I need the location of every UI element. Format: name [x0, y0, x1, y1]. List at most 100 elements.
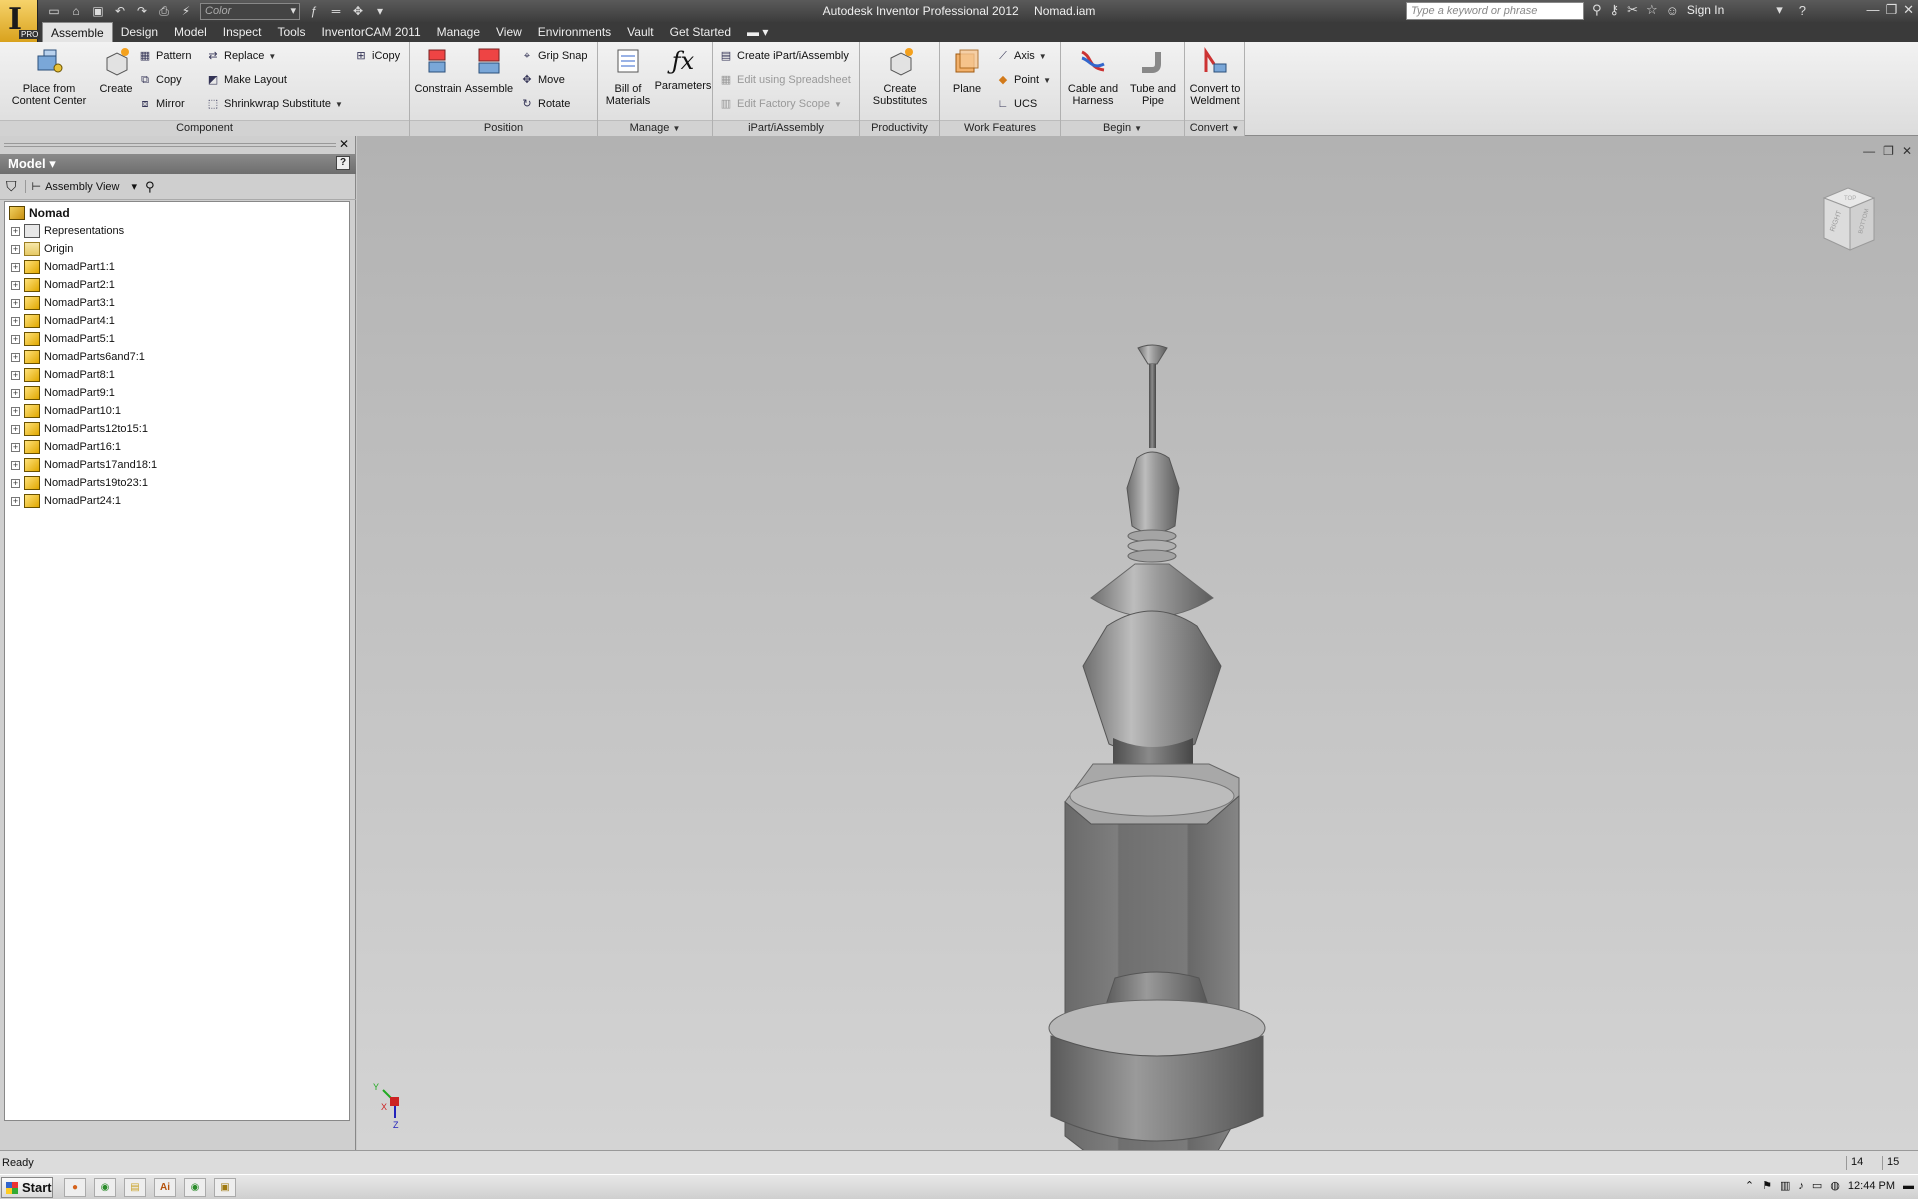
cable-and-harness-button[interactable]: Cable and Harness	[1063, 46, 1123, 107]
nozzle-tip[interactable]	[1137, 344, 1168, 365]
minimize-icon[interactable]: —	[1866, 2, 1879, 18]
tree-node[interactable]: + NomadPart1:1	[5, 258, 349, 276]
expand-icon[interactable]: +	[11, 388, 20, 398]
expand-icon[interactable]: +	[11, 352, 20, 362]
spindle-rod[interactable]	[1149, 364, 1156, 448]
assemble-button[interactable]: Assemble	[464, 46, 514, 95]
upper-cone[interactable]	[1126, 451, 1180, 534]
binoculars-icon[interactable]: ⚲	[1592, 2, 1602, 18]
chevron-down-icon[interactable]: ▾	[1776, 2, 1783, 18]
tab-view[interactable]: View	[488, 22, 530, 42]
expand-icon[interactable]: +	[11, 226, 20, 236]
tab-inspect[interactable]: Inspect	[215, 22, 270, 42]
tree-node[interactable]: + NomadPart24:1	[5, 492, 349, 510]
replace-button[interactable]: ⇄ Replace ▼	[206, 46, 276, 66]
create-ipart-button[interactable]: ▤ Create iPart/iAssembly	[719, 46, 849, 66]
show-desktop-icon[interactable]: ▬	[1903, 1180, 1914, 1192]
place-from-content-center-button[interactable]: Place from Content Center	[6, 46, 92, 107]
inventor-icon[interactable]: ▣	[214, 1178, 236, 1197]
tab-model[interactable]: Model	[166, 22, 215, 42]
tree-node[interactable]: + NomadPart2:1	[5, 276, 349, 294]
minimize-icon[interactable]: —	[1863, 144, 1875, 158]
ribbon-options-icon[interactable]: ▬ ▾	[739, 22, 776, 42]
expand-icon[interactable]: +	[11, 460, 20, 470]
tree-node[interactable]: + Representations	[5, 222, 349, 240]
expand-icon[interactable]: +	[11, 442, 20, 452]
tab-environments[interactable]: Environments	[530, 22, 619, 42]
point-button[interactable]: ◆ Point ▼	[996, 70, 1051, 90]
axis-button[interactable]: ⟋ Axis ▼	[996, 46, 1047, 66]
expand-icon[interactable]: +	[11, 424, 20, 434]
tray-expand-icon[interactable]: ⌃	[1745, 1179, 1754, 1192]
expand-icon[interactable]: +	[11, 370, 20, 380]
expand-icon[interactable]: +	[11, 478, 20, 488]
close-icon[interactable]: ✕	[1903, 2, 1914, 18]
fx-icon[interactable]: ƒ	[306, 4, 322, 18]
expand-icon[interactable]: +	[11, 316, 20, 326]
chrome-icon[interactable]: ◉	[94, 1178, 116, 1197]
convert-to-weldment-button[interactable]: Convert to Weldment	[1185, 46, 1245, 107]
tree-node[interactable]: + NomadPart16:1	[5, 438, 349, 456]
application-menu-button[interactable]: I PRO	[0, 0, 41, 42]
tab-inventorcam[interactable]: InventorCAM 2011	[313, 22, 428, 42]
tab-manage[interactable]: Manage	[429, 22, 488, 42]
expand-icon[interactable]: +	[11, 262, 20, 272]
redo-icon[interactable]: ↷	[134, 4, 150, 18]
expand-icon[interactable]: +	[11, 334, 20, 344]
tree-node[interactable]: + NomadParts19to23:1	[5, 474, 349, 492]
save-icon[interactable]: ▣	[90, 4, 106, 18]
tab-get-started[interactable]: Get Started	[662, 22, 739, 42]
mid-cone[interactable]	[1090, 563, 1214, 618]
print-icon[interactable]: ⎙	[156, 4, 172, 18]
expand-icon[interactable]: +	[11, 280, 20, 290]
tab-tools[interactable]: Tools	[269, 22, 313, 42]
plane-button[interactable]: Plane	[944, 46, 990, 95]
tree-node[interactable]: + NomadPart5:1	[5, 330, 349, 348]
tree-node[interactable]: + NomadParts6and7:1	[5, 348, 349, 366]
shrinkwrap-substitute-button[interactable]: ⬚ Shrinkwrap Substitute ▼	[206, 94, 343, 114]
help-icon[interactable]: ?	[336, 156, 350, 170]
wrench-icon[interactable]: ✂	[1627, 2, 1638, 18]
update-icon[interactable]: ⚡	[178, 4, 194, 18]
globe-icon[interactable]: ◍	[1830, 1179, 1840, 1192]
large-cone[interactable]	[1082, 610, 1222, 755]
undo-icon[interactable]: ↶	[112, 4, 128, 18]
tube-and-pipe-button[interactable]: Tube and Pipe	[1123, 46, 1183, 107]
panel-grip[interactable]	[4, 143, 336, 147]
flag-icon[interactable]: ⚑	[1762, 1179, 1772, 1192]
edit-factory-scope-button[interactable]: ▥ Edit Factory Scope ▼	[719, 94, 842, 114]
expand-icon[interactable]: +	[11, 244, 20, 254]
tree-node[interactable]: + NomadParts17and18:1	[5, 456, 349, 474]
binoculars-icon[interactable]: ⚲	[145, 179, 155, 195]
speaker-icon[interactable]: ♪	[1798, 1180, 1804, 1192]
open-icon[interactable]: ⌂	[68, 4, 84, 18]
start-button[interactable]: Start	[1, 1177, 53, 1198]
tree-node[interactable]: + NomadPart4:1	[5, 312, 349, 330]
filter-icon[interactable]: ⛉	[6, 178, 17, 195]
move-button[interactable]: ✥ Move	[520, 70, 565, 90]
make-layout-button[interactable]: ◩ Make Layout	[206, 70, 287, 90]
explorer-icon[interactable]: ▤	[124, 1178, 146, 1197]
color-combo[interactable]: Color	[200, 2, 300, 20]
browser-header[interactable]: Model ▾ ?	[0, 154, 356, 174]
monitor-icon[interactable]: ▭	[1812, 1179, 1822, 1192]
rotate-button[interactable]: ↻ Rotate	[520, 94, 570, 114]
chevron-down-icon[interactable]: ▾	[49, 156, 56, 171]
graphics-viewport[interactable]: — ❐ ✕ RIGHT BOTTOM TOP Y X Z	[357, 136, 1918, 1156]
create-substitutes-button[interactable]: Create Substitutes	[866, 46, 934, 107]
tree-root[interactable]: Nomad	[5, 204, 349, 222]
clock[interactable]: 12:44 PM	[1848, 1180, 1895, 1192]
tree-node[interactable]: + NomadPart3:1	[5, 294, 349, 312]
sign-in-link[interactable]: Sign In	[1687, 3, 1724, 17]
user-icon[interactable]: ☺	[1666, 3, 1679, 18]
restore-icon[interactable]: ❐	[1883, 144, 1894, 158]
edit-spreadsheet-button[interactable]: ▦ Edit using Spreadsheet	[719, 70, 851, 90]
chevron-down-icon[interactable]: ▼	[1134, 124, 1142, 133]
network-icon[interactable]: ▥	[1780, 1179, 1790, 1192]
key-icon[interactable]: ⚷	[1610, 2, 1620, 18]
grip-snap-button[interactable]: ⌖ Grip Snap	[520, 46, 588, 66]
tab-design[interactable]: Design	[113, 22, 166, 42]
icopy-button[interactable]: ⊞ iCopy	[354, 46, 400, 66]
bill-of-materials-button[interactable]: Bill of Materials	[602, 46, 654, 107]
chrome-window-icon[interactable]: ◉	[184, 1178, 206, 1197]
